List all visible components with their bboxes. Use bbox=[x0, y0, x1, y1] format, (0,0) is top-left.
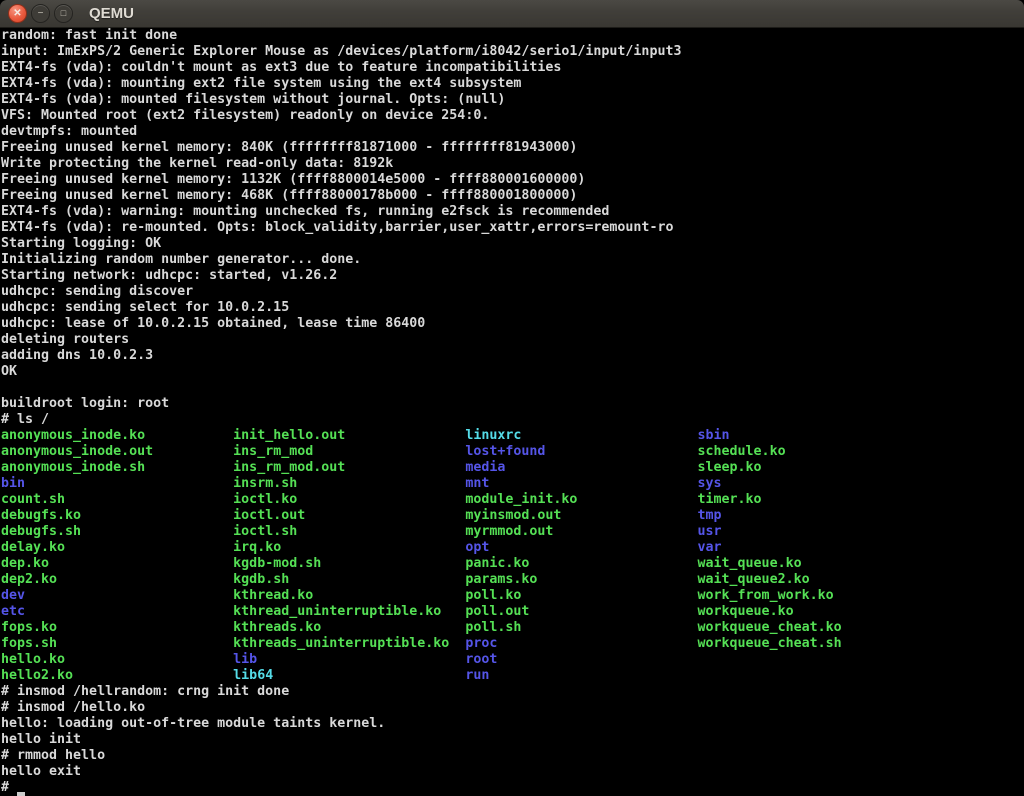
ls-row: anonymous_inode.out ins_rm_mod lost+foun… bbox=[1, 444, 1024, 460]
ls-row: anonymous_inode.sh ins_rm_mod.out media … bbox=[1, 460, 1024, 476]
ls-row: dep2.ko kgdb.sh params.ko wait_queue2.ko bbox=[1, 572, 1024, 588]
close-button[interactable]: ✕ bbox=[8, 4, 27, 23]
console-line bbox=[1, 380, 1024, 396]
window-title: QEMU bbox=[89, 5, 134, 22]
console-line: deleting routers bbox=[1, 332, 1024, 348]
console-line: EXT4-fs (vda): re-mounted. Opts: block_v… bbox=[1, 220, 1024, 236]
console-line: # rmmod hello bbox=[1, 748, 1024, 764]
ls-row: count.sh ioctl.ko module_init.ko timer.k… bbox=[1, 492, 1024, 508]
terminal-cursor bbox=[17, 780, 25, 796]
maximize-button[interactable]: □ bbox=[54, 4, 73, 23]
ls-row: anonymous_inode.ko init_hello.out linuxr… bbox=[1, 428, 1024, 444]
console-line: devtmpfs: mounted bbox=[1, 124, 1024, 140]
console-line: # insmod /hellrandom: crng init done bbox=[1, 684, 1024, 700]
console-line: hello init bbox=[1, 732, 1024, 748]
console-line: VFS: Mounted root (ext2 filesystem) read… bbox=[1, 108, 1024, 124]
ls-row: fops.sh kthreads_uninterruptible.ko proc… bbox=[1, 636, 1024, 652]
ls-row: bin insrm.sh mnt sys bbox=[1, 476, 1024, 492]
terminal-screen[interactable]: random: fast init doneinput: ImExPS/2 Ge… bbox=[0, 28, 1024, 796]
ls-row: dep.ko kgdb-mod.sh panic.ko wait_queue.k… bbox=[1, 556, 1024, 572]
ls-row: dev kthread.ko poll.ko work_from_work.ko bbox=[1, 588, 1024, 604]
console-line: random: fast init done bbox=[1, 28, 1024, 44]
close-icon: ✕ bbox=[13, 9, 21, 19]
console-line: EXT4-fs (vda): mounting ext2 file system… bbox=[1, 76, 1024, 92]
ls-row: debugfs.ko ioctl.out myinsmod.out tmp bbox=[1, 508, 1024, 524]
console-line: EXT4-fs (vda): warning: mounting uncheck… bbox=[1, 204, 1024, 220]
console-line: Write protecting the kernel read-only da… bbox=[1, 156, 1024, 172]
console-line: OK bbox=[1, 364, 1024, 380]
console-line: adding dns 10.0.2.3 bbox=[1, 348, 1024, 364]
console-line: EXT4-fs (vda): mounted filesystem withou… bbox=[1, 92, 1024, 108]
minimize-icon: − bbox=[38, 9, 44, 19]
console-line: Freeing unused kernel memory: 468K (ffff… bbox=[1, 188, 1024, 204]
ls-row: delay.ko irq.ko opt var bbox=[1, 540, 1024, 556]
window-titlebar: ✕ − □ QEMU bbox=[0, 0, 1024, 28]
console-line: hello exit bbox=[1, 764, 1024, 780]
console-line: Starting network: udhcpc: started, v1.26… bbox=[1, 268, 1024, 284]
console-line: udhcpc: sending discover bbox=[1, 284, 1024, 300]
console-line: Initializing random number generator... … bbox=[1, 252, 1024, 268]
console-line: EXT4-fs (vda): couldn't mount as ext3 du… bbox=[1, 60, 1024, 76]
console-line: udhcpc: lease of 10.0.2.15 obtained, lea… bbox=[1, 316, 1024, 332]
console-line: # insmod /hello.ko bbox=[1, 700, 1024, 716]
minimize-button[interactable]: − bbox=[31, 4, 50, 23]
terminal-output: random: fast init doneinput: ImExPS/2 Ge… bbox=[1, 28, 1024, 796]
ls-row: hello.ko lib root bbox=[1, 652, 1024, 668]
ls-row: fops.ko kthreads.ko poll.sh workqueue_ch… bbox=[1, 620, 1024, 636]
console-line: # ls / bbox=[1, 412, 1024, 428]
maximize-icon: □ bbox=[61, 9, 66, 18]
console-line: hello: loading out-of-tree module taints… bbox=[1, 716, 1024, 732]
ls-row: hello2.ko lib64 run bbox=[1, 668, 1024, 684]
console-line: Starting logging: OK bbox=[1, 236, 1024, 252]
qemu-window: ✕ − □ QEMU random: fast init doneinput: … bbox=[0, 0, 1024, 796]
ls-row: etc kthread_uninterruptible.ko poll.out … bbox=[1, 604, 1024, 620]
console-line: input: ImExPS/2 Generic Explorer Mouse a… bbox=[1, 44, 1024, 60]
prompt-line: # bbox=[1, 780, 1024, 796]
console-line: udhcpc: sending select for 10.0.2.15 bbox=[1, 300, 1024, 316]
console-line: buildroot login: root bbox=[1, 396, 1024, 412]
console-line: Freeing unused kernel memory: 840K (ffff… bbox=[1, 140, 1024, 156]
ls-row: debugfs.sh ioctl.sh myrmmod.out usr bbox=[1, 524, 1024, 540]
console-line: Freeing unused kernel memory: 1132K (fff… bbox=[1, 172, 1024, 188]
